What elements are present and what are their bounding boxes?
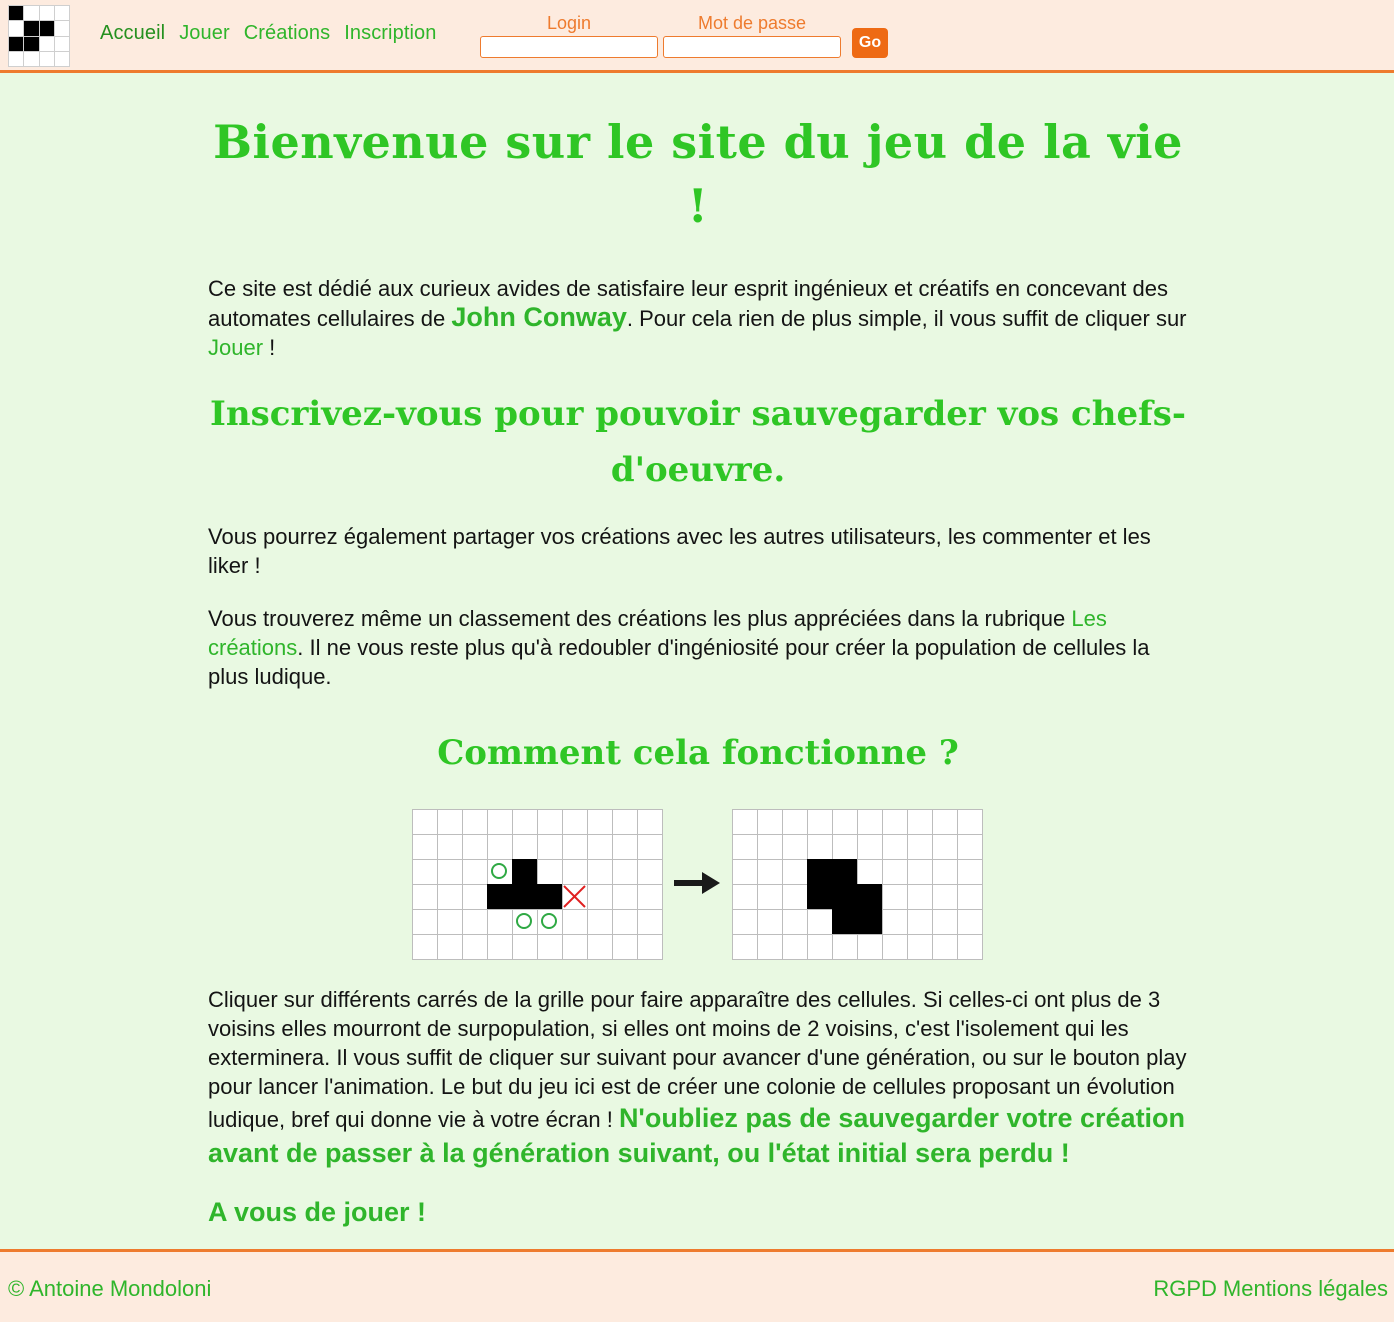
- login-input[interactable]: [480, 36, 658, 58]
- nav-jouer[interactable]: Jouer: [179, 22, 230, 45]
- how-it-works-heading: Comment cela fonctionne ?: [437, 733, 959, 773]
- live-cell: [807, 859, 832, 884]
- live-cell: [857, 884, 882, 909]
- game-of-life-logo-icon[interactable]: [8, 5, 70, 67]
- login-submit-button[interactable]: Go: [852, 28, 888, 58]
- birth-circle-icon: [491, 863, 507, 879]
- live-cell: [512, 884, 537, 909]
- nav-inscription[interactable]: Inscription: [344, 22, 436, 45]
- nav-creations[interactable]: Créations: [244, 22, 331, 45]
- ranking-text-before: Vous trouverez même un classement des cr…: [208, 606, 1072, 631]
- rgpd-link[interactable]: RGPD: [1153, 1276, 1217, 1302]
- live-cell: [857, 909, 882, 934]
- nav-accueil[interactable]: Accueil: [100, 22, 165, 45]
- copyright-text: © Antoine Mondoloni: [8, 1276, 212, 1301]
- rules-illustration: [208, 809, 1188, 961]
- signup-heading: Inscrivez-vous pour pouvoir sauvegarder …: [210, 394, 1186, 490]
- live-cell: [832, 884, 857, 909]
- your-turn-paragraph: A vous de jouer !: [208, 1195, 1188, 1230]
- live-cell: [487, 884, 512, 909]
- password-field-group: Mot de passe: [663, 12, 841, 58]
- main-content: Bienvenue sur le site du jeu de la vie !…: [208, 110, 1188, 1230]
- ranking-text-after: . Il ne vous reste plus qu'à redoubler d…: [208, 635, 1150, 689]
- page-title: Bienvenue sur le site du jeu de la vie !: [213, 115, 1183, 233]
- legal-notice-link[interactable]: Mentions légales: [1223, 1276, 1388, 1302]
- intro-text-middle: . Pour cela rien de plus simple, il vous…: [626, 306, 1187, 331]
- right-arrow-icon: [674, 872, 720, 894]
- your-turn-text: A vous de jouer !: [208, 1197, 427, 1227]
- login-label: Login: [546, 13, 592, 33]
- live-cell: [512, 859, 537, 884]
- main-nav: Accueil Jouer Créations Inscription: [100, 22, 436, 45]
- live-cell: [807, 884, 832, 909]
- intro-text-after: !: [263, 335, 276, 360]
- birth-circle-icon: [516, 913, 532, 929]
- explanation-paragraph: Cliquer sur différents carrés de la gril…: [208, 985, 1188, 1171]
- grid-after-generation: [732, 809, 983, 960]
- share-paragraph: Vous pourrez également partager vos créa…: [208, 524, 1151, 578]
- play-link[interactable]: Jouer: [208, 335, 263, 360]
- footer-links: RGPD Mentions légales: [1153, 1276, 1388, 1302]
- death-cross-icon: [563, 885, 586, 908]
- password-input[interactable]: [663, 36, 841, 58]
- ranking-paragraph: Vous trouverez même un classement des cr…: [208, 604, 1188, 691]
- intro-paragraph: Ce site est dédié aux curieux avides de …: [208, 274, 1188, 362]
- john-conway-link[interactable]: John Conway: [451, 302, 627, 332]
- grid-before-generation: [412, 809, 663, 960]
- password-label: Mot de passe: [697, 13, 807, 33]
- live-cell: [832, 859, 857, 884]
- live-cell: [832, 909, 857, 934]
- site-footer: © Antoine Mondoloni RGPD Mentions légale…: [0, 1249, 1394, 1322]
- birth-circle-icon: [541, 913, 557, 929]
- login-field-group: Login: [480, 12, 658, 58]
- site-header: Accueil Jouer Créations Inscription Logi…: [0, 0, 1394, 73]
- live-cell: [537, 884, 562, 909]
